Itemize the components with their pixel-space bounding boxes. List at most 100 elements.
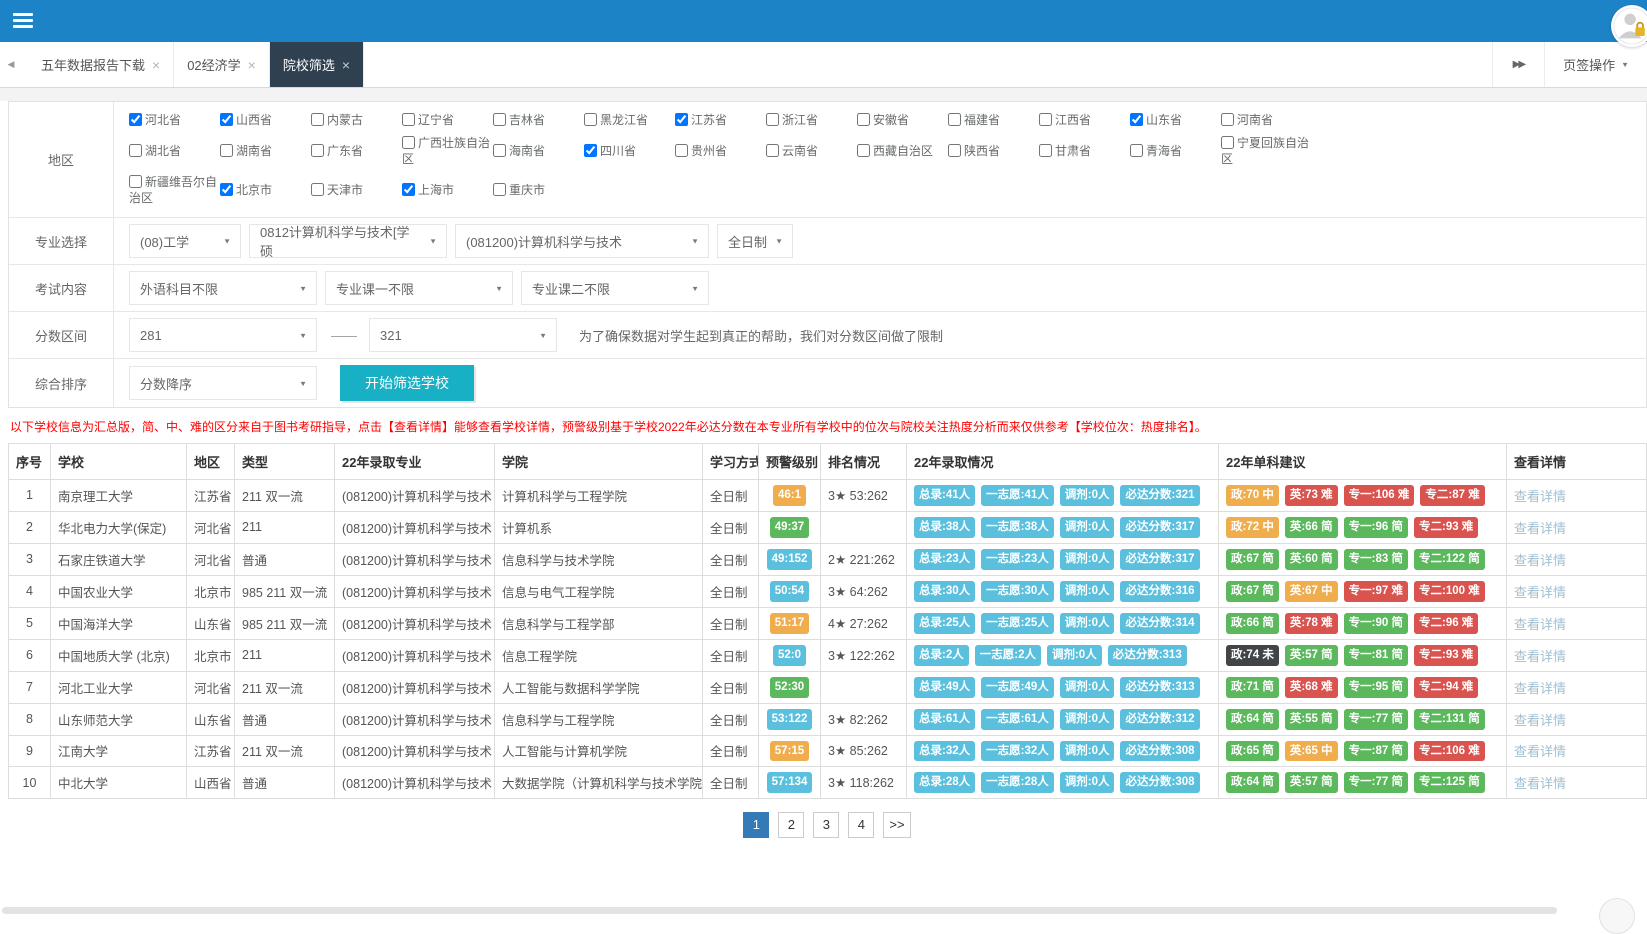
major-select-1[interactable]: (08)工学▼ (129, 224, 241, 258)
checkbox[interactable] (1130, 113, 1143, 126)
region-checkbox-河南省[interactable]: 河南省 (1221, 112, 1312, 128)
checkbox[interactable] (948, 144, 961, 157)
next-page-button[interactable]: >> (883, 812, 910, 838)
region-checkbox-云南省[interactable]: 云南省 (766, 143, 857, 159)
view-detail-link[interactable]: 查看详情 (1514, 681, 1566, 696)
region-checkbox-甘肃省[interactable]: 甘肃省 (1039, 143, 1130, 159)
region-checkbox-海南省[interactable]: 海南省 (493, 143, 584, 159)
region-checkbox-江西省[interactable]: 江西省 (1039, 112, 1130, 128)
major-select-4[interactable]: 全日制▼ (717, 224, 793, 258)
major-select-2[interactable]: 0812计算机科学与技术[学硕▼ (249, 224, 447, 258)
exam-select-2[interactable]: 专业课一不限▼ (325, 271, 513, 305)
region-checkbox-上海市[interactable]: 上海市 (402, 182, 493, 198)
checkbox[interactable] (584, 144, 597, 157)
checkbox[interactable] (129, 113, 142, 126)
region-checkbox-黑龙江省[interactable]: 黑龙江省 (584, 112, 675, 128)
checkbox[interactable] (948, 113, 961, 126)
checkbox[interactable] (1039, 144, 1052, 157)
checkbox[interactable] (129, 175, 142, 188)
checkbox[interactable] (1221, 113, 1234, 126)
region-checkbox-湖南省[interactable]: 湖南省 (220, 143, 311, 159)
checkbox[interactable] (675, 113, 688, 126)
region-checkbox-宁夏回族自治区[interactable]: 宁夏回族自治区 (1221, 135, 1312, 167)
checkbox[interactable] (129, 144, 142, 157)
region-checkbox-陕西省[interactable]: 陕西省 (948, 143, 1039, 159)
region-checkbox-山东省[interactable]: 山东省 (1130, 112, 1221, 128)
view-detail-link[interactable]: 查看详情 (1514, 649, 1566, 664)
region-checkbox-青海省[interactable]: 青海省 (1130, 143, 1221, 159)
checkbox[interactable] (857, 113, 870, 126)
checkbox[interactable] (1130, 144, 1143, 157)
page-button-3[interactable]: 3 (813, 812, 839, 838)
user-avatar[interactable] (1611, 5, 1647, 47)
major-select-3[interactable]: (081200)计算机科学与技术▼ (455, 224, 709, 258)
view-detail-link[interactable]: 查看详情 (1514, 713, 1566, 728)
tabs-scroll-right-icon[interactable]: ▶▶ (1492, 42, 1544, 87)
checkbox[interactable] (1221, 136, 1234, 149)
floating-widget[interactable] (1599, 898, 1635, 934)
checkbox[interactable] (675, 144, 688, 157)
region-checkbox-辽宁省[interactable]: 辽宁省 (402, 112, 493, 128)
region-checkbox-河北省[interactable]: 河北省 (129, 112, 220, 128)
region-checkbox-重庆市[interactable]: 重庆市 (493, 182, 584, 198)
tabs-scroll-left-icon[interactable]: ◀ (0, 42, 22, 87)
horizontal-scrollbar[interactable] (2, 907, 1557, 914)
menu-icon[interactable] (13, 13, 33, 28)
exam-select-3[interactable]: 专业课二不限▼ (521, 271, 709, 305)
checkbox[interactable] (766, 144, 779, 157)
checkbox[interactable] (311, 183, 324, 196)
checkbox[interactable] (311, 144, 324, 157)
region-checkbox-福建省[interactable]: 福建省 (948, 112, 1039, 128)
tab-02经济学[interactable]: 02经济学× (174, 42, 270, 87)
region-checkbox-四川省[interactable]: 四川省 (584, 143, 675, 159)
region-checkbox-内蒙古[interactable]: 内蒙古 (311, 112, 402, 128)
view-detail-link[interactable]: 查看详情 (1514, 617, 1566, 632)
region-checkbox-新疆维吾尔自治区[interactable]: 新疆维吾尔自治区 (129, 174, 220, 206)
view-detail-link[interactable]: 查看详情 (1514, 489, 1566, 504)
tab-operations-dropdown[interactable]: 页签操作 ▼ (1544, 42, 1647, 87)
checkbox[interactable] (493, 113, 506, 126)
checkbox[interactable] (220, 144, 233, 157)
checkbox[interactable] (857, 144, 870, 157)
view-detail-link[interactable]: 查看详情 (1514, 521, 1566, 536)
checkbox[interactable] (220, 113, 233, 126)
region-checkbox-湖北省[interactable]: 湖北省 (129, 143, 220, 159)
page-button-1[interactable]: 1 (743, 812, 769, 838)
region-checkbox-广西壮族自治区[interactable]: 广西壮族自治区 (402, 135, 493, 167)
region-checkbox-北京市[interactable]: 北京市 (220, 182, 311, 198)
region-checkbox-安徽省[interactable]: 安徽省 (857, 112, 948, 128)
close-icon[interactable]: × (342, 58, 350, 72)
checkbox[interactable] (402, 113, 415, 126)
view-detail-link[interactable]: 查看详情 (1514, 776, 1566, 791)
start-filter-button[interactable]: 开始筛选学校 (340, 365, 474, 401)
close-icon[interactable]: × (248, 58, 256, 72)
region-checkbox-广东省[interactable]: 广东省 (311, 143, 402, 159)
checkbox[interactable] (311, 113, 324, 126)
checkbox[interactable] (402, 183, 415, 196)
region-checkbox-贵州省[interactable]: 贵州省 (675, 143, 766, 159)
score-max-select[interactable]: 321 ▼ (369, 318, 557, 352)
region-checkbox-浙江省[interactable]: 浙江省 (766, 112, 857, 128)
checkbox[interactable] (493, 144, 506, 157)
region-checkbox-江苏省[interactable]: 江苏省 (675, 112, 766, 128)
checkbox[interactable] (766, 113, 779, 126)
checkbox[interactable] (584, 113, 597, 126)
close-icon[interactable]: × (152, 58, 160, 72)
region-checkbox-吉林省[interactable]: 吉林省 (493, 112, 584, 128)
tab-五年数据报告下载[interactable]: 五年数据报告下载× (28, 42, 174, 87)
checkbox[interactable] (1039, 113, 1052, 126)
page-button-4[interactable]: 4 (848, 812, 874, 838)
view-detail-link[interactable]: 查看详情 (1514, 585, 1566, 600)
exam-select-1[interactable]: 外语科目不限▼ (129, 271, 317, 305)
region-checkbox-天津市[interactable]: 天津市 (311, 182, 402, 198)
score-min-select[interactable]: 281 ▼ (129, 318, 317, 352)
checkbox[interactable] (493, 183, 506, 196)
region-checkbox-西藏自治区[interactable]: 西藏自治区 (857, 143, 948, 159)
region-checkbox-山西省[interactable]: 山西省 (220, 112, 311, 128)
sort-order-select[interactable]: 分数降序 ▼ (129, 366, 317, 400)
checkbox[interactable] (220, 183, 233, 196)
view-detail-link[interactable]: 查看详情 (1514, 744, 1566, 759)
view-detail-link[interactable]: 查看详情 (1514, 553, 1566, 568)
tab-院校筛选[interactable]: 院校筛选× (270, 42, 364, 87)
checkbox[interactable] (402, 136, 415, 149)
